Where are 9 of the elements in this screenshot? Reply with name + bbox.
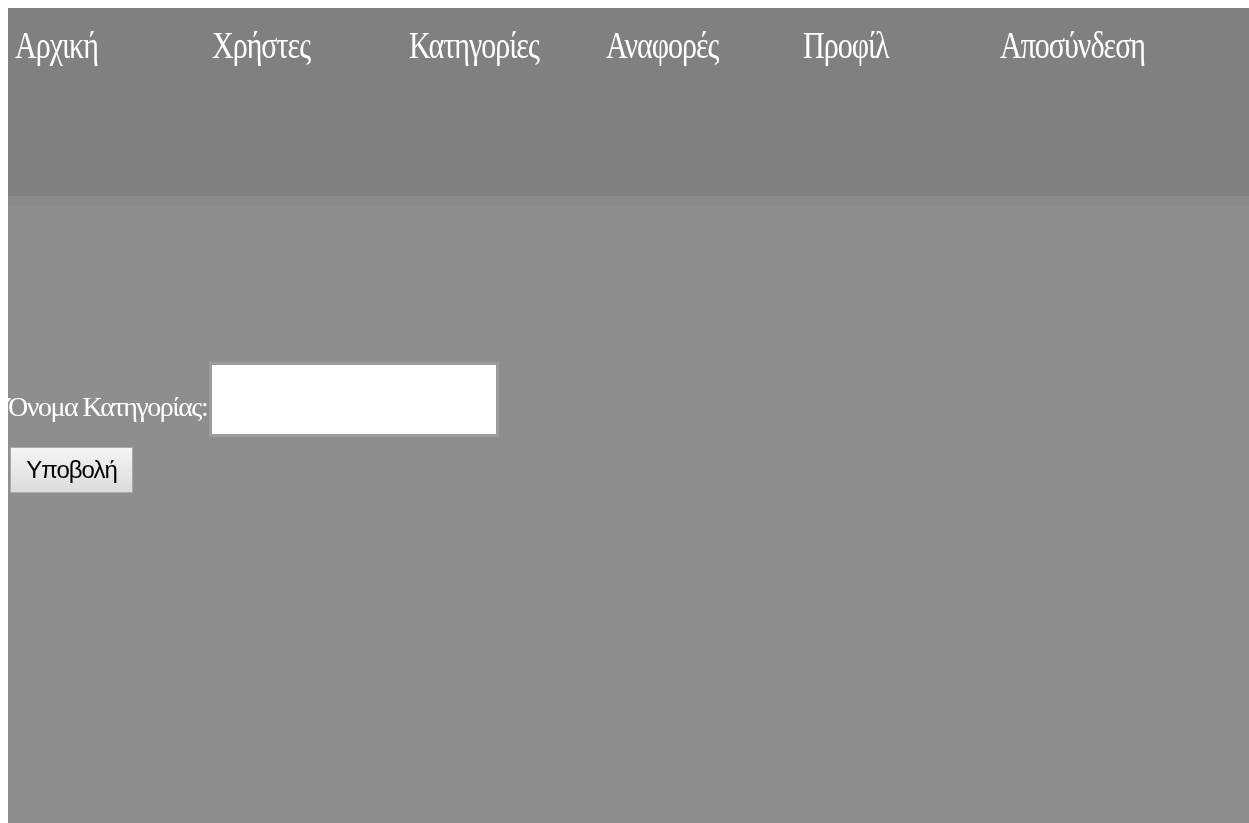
nav-link[interactable]: Αρχική [15, 8, 212, 83]
category-name-field[interactable] [209, 362, 500, 437]
nav-link[interactable]: Κατηγορίες [409, 8, 606, 83]
nav-link[interactable]: Χρήστες [212, 8, 409, 83]
field-label: Όνομα Κατηγορίας: [8, 389, 208, 423]
submit-button[interactable]: Υποβολή [10, 447, 133, 493]
nav-link[interactable]: Προφίλ [803, 8, 1000, 83]
nav-link[interactable]: Αναφορές [606, 8, 803, 83]
nav-link[interactable]: Αποσύνδεση [1000, 8, 1197, 83]
